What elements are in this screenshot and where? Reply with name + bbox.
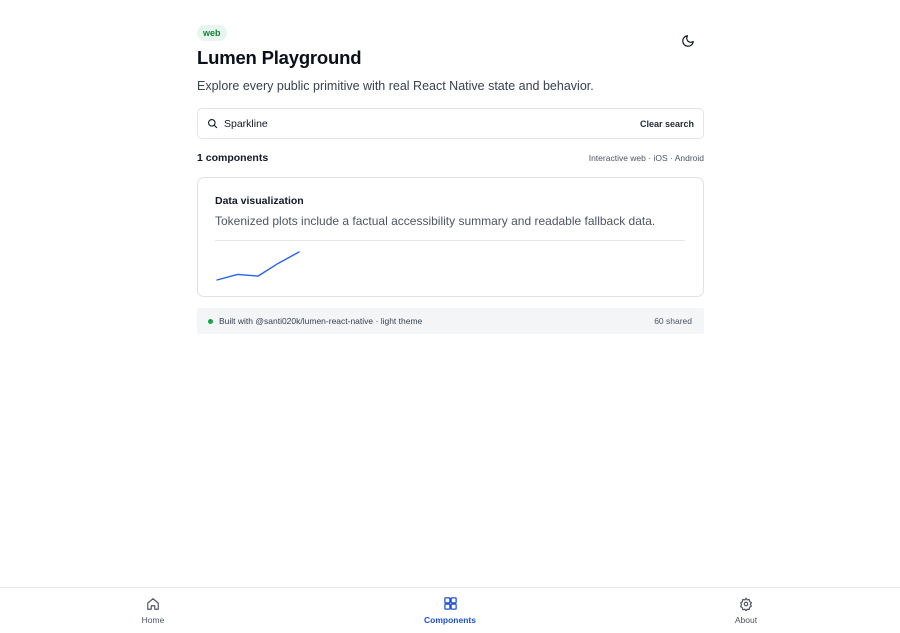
footer-bar: Built with @santi020k/lumen-react-native… [197, 308, 704, 334]
main-content: web Lumen Playground Explore every publi… [197, 23, 704, 334]
tab-label: Components [424, 615, 476, 625]
bottom-tab-bar: Home Components About [0, 587, 900, 633]
platforms-label: Interactive web · iOS · Android [588, 153, 704, 163]
sparkline-chart [216, 251, 300, 281]
results-meta: 1 components Interactive web · iOS · And… [197, 152, 704, 164]
card-title: Data visualization [215, 195, 304, 207]
gear-icon [739, 596, 754, 611]
footer-left: Built with @santi020k/lumen-react-native… [208, 316, 422, 326]
search-box: Clear search [197, 108, 704, 139]
shared-count: 60 shared [654, 316, 692, 326]
card-description: Tokenized plots include a factual access… [215, 214, 656, 228]
moon-icon [682, 35, 694, 47]
search-icon [207, 118, 219, 130]
tab-label: About [734, 615, 758, 625]
page-title: Lumen Playground [197, 47, 362, 68]
tab-about[interactable]: About [706, 588, 786, 633]
component-card-data-visualization: Data visualization Tokenized plots inclu… [197, 177, 704, 297]
sparkline-line [216, 251, 300, 281]
home-icon [146, 596, 161, 611]
components-icon [443, 596, 458, 611]
theme-toggle-button[interactable] [677, 30, 699, 52]
clear-search-button[interactable]: Clear search [640, 119, 694, 129]
card-divider [215, 240, 685, 241]
tab-components[interactable]: Components [410, 588, 490, 633]
tab-label: Home [141, 615, 165, 625]
status-dot [208, 318, 213, 324]
tab-home[interactable]: Home [113, 588, 193, 633]
built-with-label: Built with @santi020k/lumen-react-native… [219, 316, 423, 326]
platform-badge: web [197, 25, 227, 41]
component-count: 1 components [197, 152, 269, 164]
search-input[interactable] [224, 109, 640, 138]
page-subtitle: Explore every public primitive with real… [197, 79, 594, 93]
